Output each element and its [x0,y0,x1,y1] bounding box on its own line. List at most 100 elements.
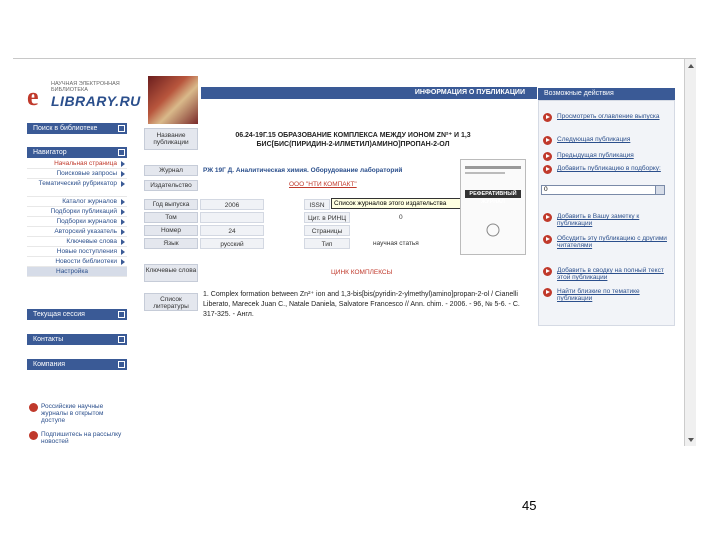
label-references: Список литературы [144,293,198,311]
action-arrow-icon [543,213,552,222]
nav-item-author-index[interactable]: Авторский указатель [27,227,127,237]
collapse-icon[interactable] [118,361,125,368]
publisher-link[interactable]: ООО "НТИ КОМПАКТ" [289,180,357,189]
action-discuss[interactable]: Обсудить эту публикацию с другими читате… [543,235,671,249]
action-next-publication[interactable]: Следующая публикация [543,136,671,145]
scroll-up-icon[interactable] [688,64,694,68]
label-keywords: Ключевые слова [144,264,198,282]
search-library-label: Поиск в библиотеке [33,125,98,132]
journal-cover-image[interactable]: РЕФЕРАТИВНЫЙ ЖУРНАЛ [460,159,526,255]
arrow-right-icon [121,171,125,177]
year-value: 2006 [200,199,264,210]
label-language: Язык [144,238,198,249]
type-label: Тип [304,238,350,249]
action-arrow-icon [543,235,552,244]
books-image [148,76,198,124]
action-arrow-icon [543,165,552,174]
nav-item-keywords[interactable]: Ключевые слова [27,237,127,247]
nav-item-journal-catalog[interactable]: Каталог журналов [27,197,127,207]
arrow-right-icon [121,249,125,255]
arrow-right-icon [121,239,125,245]
collection-select[interactable]: 0 [541,185,665,195]
label-volume: Том [144,212,198,223]
action-arrow-icon [543,136,552,145]
promo-subscribe-news[interactable]: Подпишитесь на рассылку новостей [27,431,127,445]
current-session-bar[interactable]: Текущая сессия [27,309,127,320]
number-value: 24 [200,225,264,236]
arrow-right-icon [121,229,125,235]
arrow-right-icon [121,161,125,167]
nav-item-publication-collections[interactable]: Подборки публикаций [27,207,127,217]
promo-icon [29,431,38,440]
company-label: Компания [33,361,66,368]
tooltip: Список журналов этого издательства [331,198,469,209]
expand-icon[interactable] [118,125,125,132]
company-bar[interactable]: Компания [27,359,127,370]
action-add-fulltext-summary[interactable]: Добавить в сводку на полный текст этой п… [543,267,671,281]
arrow-right-icon [121,209,125,215]
keyword-link[interactable]: ЦИНК КОМПЛЕКСЫ [331,268,392,277]
journal-link[interactable]: РЖ 19Г Д. Аналитическая химия. Оборудова… [203,166,402,175]
arrow-right-icon [121,219,125,225]
collapse-icon[interactable] [118,149,125,156]
label-year: Год выпуска [144,199,198,210]
action-arrow-icon [543,267,552,276]
navigator-label: Навигатор [33,149,67,156]
label-journal: Журнал [144,165,198,176]
action-arrow-icon [543,288,552,297]
logo-subtitle: НАУЧНАЯ ЭЛЕКТРОННАЯ БИБЛИОТЕКА [51,81,120,93]
arrow-right-icon [121,181,125,187]
nav-item-home[interactable]: Начальная страница [27,159,127,169]
action-add-note[interactable]: Добавить в Вашу заметку к публикации [543,213,671,227]
possible-actions-header: Возможные действия [538,88,675,100]
vertical-scrollbar[interactable] [684,59,696,446]
reference-number: 1. [203,291,209,298]
nav-item-library-news[interactable]: Новости библиотеки [27,257,127,267]
promo-open-journals[interactable]: Российские научные журналы в открытом до… [27,403,127,424]
reference-text: Complex formation between Zn²⁺ ion and 1… [203,291,520,318]
slide-page-number: 45 [522,498,537,513]
current-session-label: Текущая сессия [33,311,85,318]
navigator-bar[interactable]: Навигатор [27,147,127,158]
navigator-list: Начальная страница Поисковые запросы Тем… [27,159,127,277]
volume-value [200,212,264,223]
elibrary-logo-letter[interactable]: e [27,84,47,110]
expand-icon[interactable] [118,311,125,318]
promo-icon [29,403,38,412]
nav-item-journal-collections[interactable]: Подборки журналов [27,217,127,227]
rinc-label: Цит. в РИНЦ [304,212,350,223]
action-find-similar[interactable]: Найти близкие по тематике публикации [543,288,671,302]
journal-cover-graphic [465,166,521,237]
nav-item-rubricator[interactable]: Тематический рубрикатор [27,179,127,197]
arrow-right-icon [121,199,125,205]
expand-icon[interactable] [118,336,125,343]
logo-name[interactable]: LIBRARY.RU [51,93,141,109]
browser-screenshot: e НАУЧНАЯ ЭЛЕКТРОННАЯ БИБЛИОТЕКА LIBRARY… [13,58,696,446]
contacts-bar[interactable]: Контакты [27,334,127,345]
nav-item-search-queries[interactable]: Поисковые запросы [27,169,127,179]
nav-item-new-arrivals[interactable]: Новые поступления [27,247,127,257]
action-previous-publication[interactable]: Предыдущая публикация [543,152,671,161]
journal-cover-text: РЕФЕРАТИВНЫЙ ЖУРНАЛ [469,191,517,205]
issn-label: ISSN [304,199,330,210]
reference-item: 1. Complex formation between Zn²⁺ ion an… [203,290,533,320]
search-library-bar[interactable]: Поиск в библиотеке [27,123,127,134]
contacts-label: Контакты [33,336,64,343]
action-arrow-icon [543,113,552,122]
publication-info-header: ИНФОРМАЦИЯ О ПУБЛИКАЦИИ [201,87,537,99]
pages-label: Страницы [304,225,350,236]
language-value: русский [200,238,264,249]
chevron-down-icon[interactable] [655,186,664,194]
type-value: научная статья [373,240,419,247]
label-title: Название публикации [144,128,198,150]
arrow-right-icon [121,259,125,265]
label-number: Номер [144,225,198,236]
scroll-down-icon[interactable] [688,438,694,442]
action-arrow-icon [543,152,552,161]
rinc-value: 0 [399,214,403,221]
action-add-to-collection[interactable]: Добавить публикацию в подборку: [543,165,671,174]
publication-title: 06.24-19Г.15 ОБРАЗОВАНИЕ КОМПЛЕКСА МЕЖДУ… [235,132,471,148]
label-publisher: Издательство [144,180,198,191]
action-view-contents[interactable]: Просмотреть оглавление выпуска [543,113,671,122]
nav-item-settings[interactable]: Настройка [27,267,127,277]
